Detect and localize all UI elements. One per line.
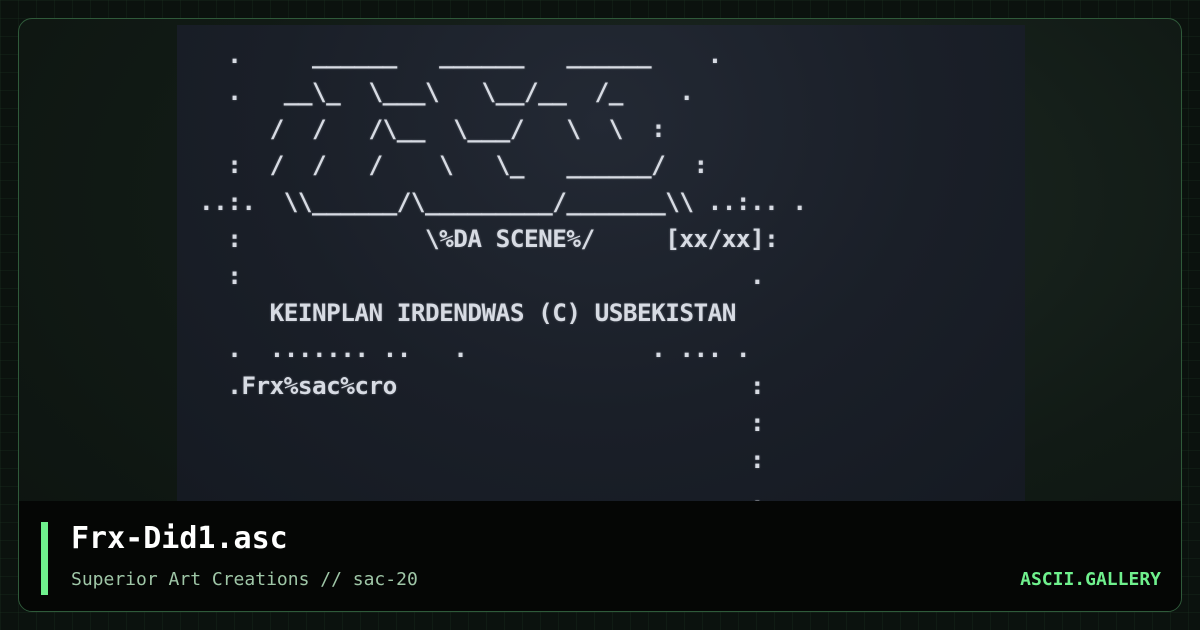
card-frame: . ______ ______ ______ . . __\_ \___\ \_… — [18, 18, 1182, 612]
accent-bar — [41, 522, 48, 595]
ascii-art-panel: . ______ ______ ______ . . __\_ \___\ \_… — [177, 25, 1025, 511]
card-footer: Frx-Did1.asc Superior Art Creations // s… — [19, 501, 1181, 611]
file-subtitle: Superior Art Creations // sac-20 — [71, 569, 418, 590]
ascii-art-text: . ______ ______ ______ . . __\_ \___\ \_… — [199, 40, 807, 511]
file-title: Frx-Did1.asc — [71, 521, 288, 556]
brand-label: ASCII.GALLERY — [1020, 569, 1161, 590]
